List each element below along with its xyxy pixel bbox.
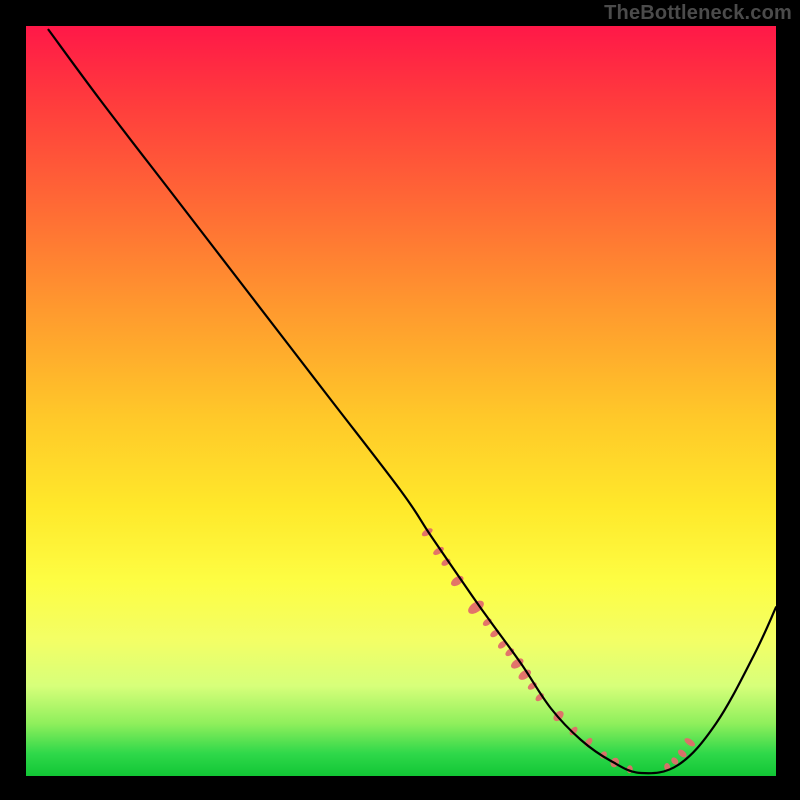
bottleneck-curve xyxy=(49,30,777,774)
curve-marker xyxy=(683,736,696,748)
marker-band-group xyxy=(421,527,697,774)
curve-svg-layer xyxy=(26,26,776,776)
watermark-text: TheBottleneck.com xyxy=(604,2,792,25)
curve-marker xyxy=(568,725,579,736)
chart-stage: TheBottleneck.com xyxy=(0,0,800,800)
plot-frame xyxy=(25,25,777,777)
